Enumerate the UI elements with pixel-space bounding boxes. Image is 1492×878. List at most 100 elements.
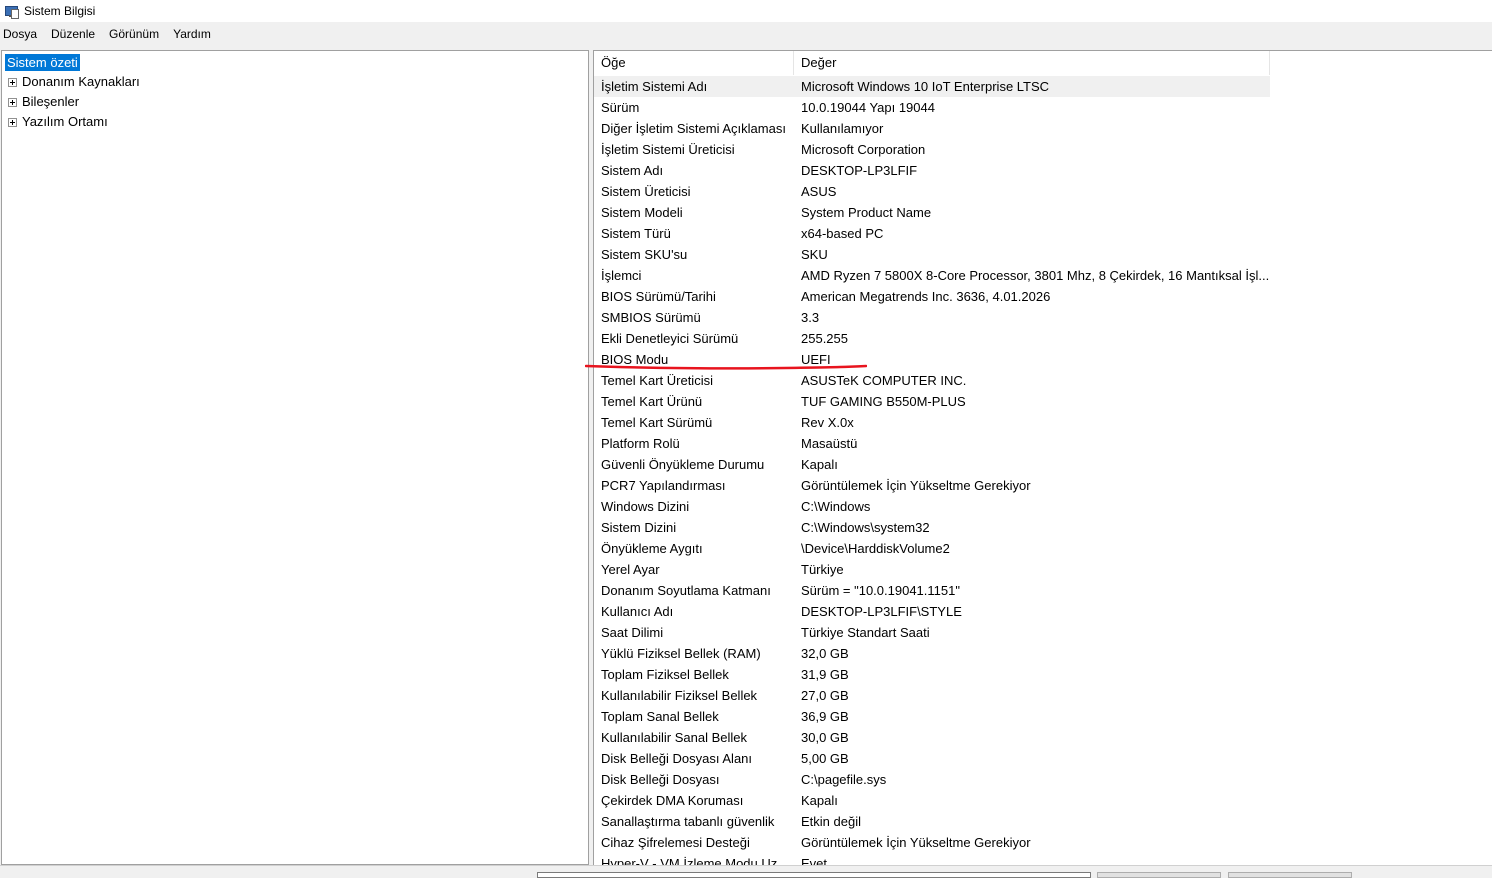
- tree-item-components[interactable]: Bileşenler: [8, 93, 79, 111]
- item-cell: Temel Kart Ürünü: [601, 394, 703, 409]
- item-cell: SMBIOS Sürümü: [601, 310, 701, 325]
- table-row[interactable]: SMBIOS Sürümü 3.3: [594, 307, 1492, 328]
- item-cell: Kullanılabilir Sanal Bellek: [601, 730, 747, 745]
- item-cell: Temel Kart Sürümü: [601, 415, 713, 430]
- item-cell: Sistem Adı: [601, 163, 664, 178]
- table-row[interactable]: İşletim Sistemi Üreticisi Microsoft Corpo…: [594, 139, 1492, 160]
- value-cell: TUF GAMING B550M-PLUS: [801, 394, 966, 409]
- table-row[interactable]: Disk Belleği Dosyası C:\pagefile.sys: [594, 769, 1492, 790]
- table-row[interactable]: Windows Dizini C:\Windows: [594, 496, 1492, 517]
- table-row[interactable]: Kullanılabilir Fiziksel Bellek 27,0 GB: [594, 685, 1492, 706]
- table-row[interactable]: Yüklü Fiziksel Bellek (RAM) 32,0 GB: [594, 643, 1492, 664]
- item-cell: Hyper-V - VM İzleme Modu Uz...: [601, 856, 789, 865]
- value-cell: System Product Name: [801, 205, 932, 220]
- item-cell: Cihaz Şifrelemesi Desteği: [601, 835, 750, 850]
- value-cell: Kullanılamıyor: [801, 121, 884, 136]
- table-row[interactable]: Sistem Modeli System Product Name: [594, 202, 1492, 223]
- item-cell: Platform Rolü: [601, 436, 680, 451]
- table-row[interactable]: Çekirdek DMA Koruması Kapalı: [594, 790, 1492, 811]
- column-header-value[interactable]: Değer: [794, 51, 1270, 75]
- table-row[interactable]: Diğer İşletim Sistemi Açıklaması Kullanıl…: [594, 118, 1492, 139]
- value-cell: American Megatrends Inc. 3636, 4.01.2026: [801, 289, 1051, 304]
- table-row[interactable]: Güvenli Önyükleme Durumu Kapalı: [594, 454, 1492, 475]
- title-bar: Sistem Bilgisi: [0, 0, 1492, 22]
- table-row[interactable]: Yerel Ayar Türkiye: [594, 559, 1492, 580]
- value-cell: Rev X.0x: [801, 415, 854, 430]
- menu-edit[interactable]: Düzenle: [44, 27, 102, 41]
- table-row[interactable]: Toplam Sanal Bellek 36,9 GB: [594, 706, 1492, 727]
- item-cell: Donanım Soyutlama Katmanı: [601, 583, 771, 598]
- value-cell: \Device\HarddiskVolume2: [801, 541, 950, 556]
- item-cell: Çekirdek DMA Koruması: [601, 793, 744, 808]
- table-row[interactable]: Ekli Denetleyici Sürümü 255.255: [594, 328, 1492, 349]
- find-button[interactable]: [1097, 872, 1221, 878]
- table-row[interactable]: Sistem Türü x64-based PC: [594, 223, 1492, 244]
- tree-item-hardware-resources[interactable]: Donanım Kaynakları: [8, 73, 140, 91]
- item-cell: Sistem Dizini: [601, 520, 677, 535]
- table-row[interactable]: Sürüm 10.0.19044 Yapı 19044: [594, 97, 1492, 118]
- tree-item-system-summary[interactable]: Sistem özeti: [5, 54, 80, 71]
- item-cell: Sistem Üreticisi: [601, 184, 691, 199]
- table-row[interactable]: İşlemci AMD Ryzen 7 5800X 8-Core Processo…: [594, 265, 1492, 286]
- menu-file[interactable]: Dosya: [0, 27, 44, 41]
- value-cell: 10.0.19044 Yapı 19044: [801, 100, 935, 115]
- item-cell: PCR7 Yapılandırması: [601, 478, 726, 493]
- table-row[interactable]: Saat Dilimi Türkiye Standart Saati: [594, 622, 1492, 643]
- expand-icon[interactable]: [8, 77, 17, 87]
- table-row[interactable]: PCR7 Yapılandırması Görüntülemek İçin Yük…: [594, 475, 1492, 496]
- value-cell: C:\Windows\system32: [801, 520, 930, 535]
- value-cell: 31,9 GB: [801, 667, 849, 682]
- table-row[interactable]: Temel Kart Ürünü TUF GAMING B550M-PLUS: [594, 391, 1492, 412]
- value-cell: Sürüm = "10.0.19041.1151": [801, 583, 960, 598]
- item-cell: Kullanılabilir Fiziksel Bellek: [601, 688, 758, 703]
- table-row[interactable]: Sistem SKU'su SKU: [594, 244, 1492, 265]
- table-row[interactable]: Önyükleme Aygıtı \Device\HarddiskVolume2: [594, 538, 1492, 559]
- table-row[interactable]: Cihaz Şifrelemesi Desteği Görüntülemek İç…: [594, 832, 1492, 853]
- item-cell: Sürüm: [601, 100, 640, 115]
- item-cell: Sanallaştırma tabanlı güvenlik: [601, 814, 775, 829]
- table-row[interactable]: BIOS Modu UEFI: [594, 349, 1492, 370]
- table-row[interactable]: İşletim Sistemi Adı Microsoft Windows 10 …: [594, 76, 1492, 97]
- item-cell: Disk Belleği Dosyası: [601, 772, 720, 787]
- menu-help[interactable]: Yardım: [166, 27, 218, 41]
- value-cell: Görüntülemek İçin Yükseltme Gerekiyor: [801, 835, 1031, 850]
- value-cell: x64-based PC: [801, 226, 884, 241]
- menu-view[interactable]: Görünüm: [102, 27, 166, 41]
- table-row[interactable]: Sistem Dizini C:\Windows\system32: [594, 517, 1492, 538]
- table-row[interactable]: Kullanıcı Adı DESKTOP-LP3LFIF\STYLE: [594, 601, 1492, 622]
- item-cell: Sistem Modeli: [601, 205, 683, 220]
- table-row[interactable]: Platform Rolü Masaüstü: [594, 433, 1492, 454]
- table-row[interactable]: Disk Belleği Dosyası Alanı 5,00 GB: [594, 748, 1492, 769]
- value-cell: DESKTOP-LP3LFIF: [801, 163, 918, 178]
- table-row[interactable]: Kullanılabilir Sanal Bellek 30,0 GB: [594, 727, 1492, 748]
- close-find-button[interactable]: [1228, 872, 1352, 878]
- table-row[interactable]: Hyper-V - VM İzleme Modu Uz... Evet: [594, 853, 1492, 865]
- column-header-item[interactable]: Öğe: [594, 51, 794, 75]
- item-cell: BIOS Sürümü/Tarihi: [601, 289, 716, 304]
- table-row[interactable]: Toplam Fiziksel Bellek 31,9 GB: [594, 664, 1492, 685]
- item-cell: İşlemci: [601, 268, 642, 283]
- value-cell: ASUS: [801, 184, 837, 199]
- table-row[interactable]: Sistem Üreticisi ASUS: [594, 181, 1492, 202]
- table-row[interactable]: Donanım Soyutlama Katmanı Sürüm = "10.0.1…: [594, 580, 1492, 601]
- table-row[interactable]: Temel Kart Sürümü Rev X.0x: [594, 412, 1492, 433]
- find-input[interactable]: [537, 872, 1091, 878]
- table-row[interactable]: Temel Kart Üreticisi ASUSTeK COMPUTER INC…: [594, 370, 1492, 391]
- category-tree: Sistem özeti Donanım Kaynakları Bileşenl…: [1, 50, 589, 865]
- list-rows: İşletim Sistemi Adı Microsoft Windows 10 …: [594, 76, 1492, 865]
- tree-item-software-environment[interactable]: Yazılım Ortamı: [8, 113, 108, 131]
- table-row[interactable]: Sistem Adı DESKTOP-LP3LFIF: [594, 160, 1492, 181]
- item-cell: Toplam Sanal Bellek: [601, 709, 719, 724]
- value-cell: 30,0 GB: [801, 730, 849, 745]
- item-cell: Yüklü Fiziksel Bellek (RAM): [601, 646, 761, 661]
- table-row[interactable]: BIOS Sürümü/Tarihi American Megatrends In…: [594, 286, 1492, 307]
- expand-icon[interactable]: [8, 117, 17, 127]
- details-list: Öğe Değer İşletim Sistemi Adı Microsoft W…: [593, 50, 1492, 865]
- tree-item-label: Yazılım Ortamı: [22, 114, 108, 129]
- value-cell: 32,0 GB: [801, 646, 849, 661]
- item-cell: Kullanıcı Adı: [601, 604, 674, 619]
- value-cell: AMD Ryzen 7 5800X 8-Core Processor, 3801…: [801, 268, 1270, 283]
- table-row[interactable]: Sanallaştırma tabanlı güvenlik Etkin deği…: [594, 811, 1492, 832]
- item-cell: Windows Dizini: [601, 499, 690, 514]
- expand-icon[interactable]: [8, 97, 17, 107]
